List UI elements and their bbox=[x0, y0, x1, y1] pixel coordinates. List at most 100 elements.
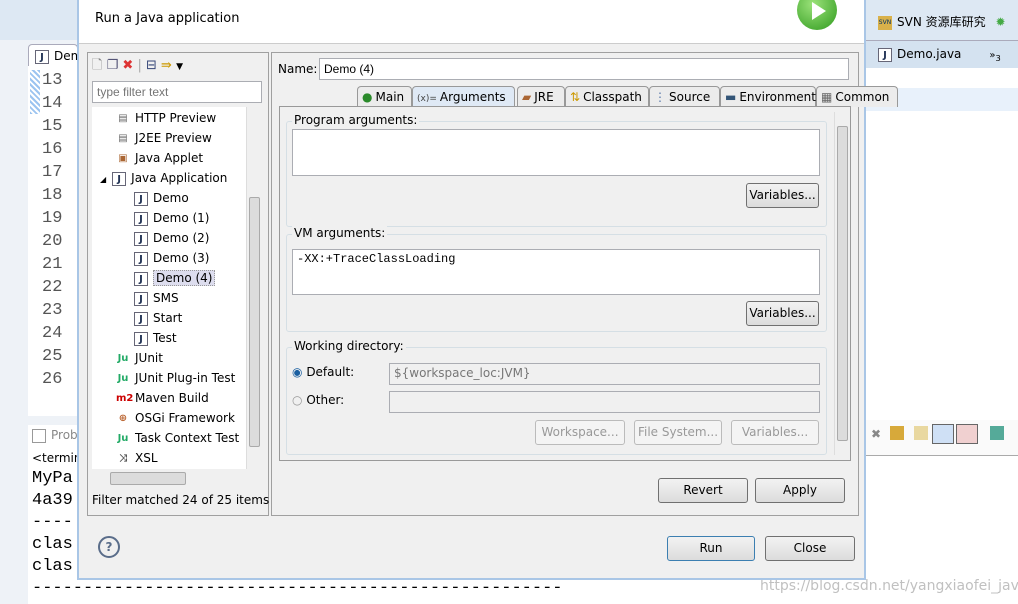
filter-icon[interactable]: ⇛ bbox=[161, 58, 172, 73]
tab-common[interactable]: ▦ Common bbox=[816, 86, 898, 107]
line-number: 24 bbox=[42, 324, 63, 343]
name-input[interactable] bbox=[319, 58, 849, 80]
close-button[interactable]: Close bbox=[765, 536, 855, 561]
watermark: https://blog.csdn.net/yangxiaofei_java bbox=[760, 578, 1018, 594]
program-args-variables-button[interactable]: Variables... bbox=[746, 183, 819, 208]
overflow-chevron-icon[interactable]: »3 bbox=[989, 50, 1000, 63]
tree-item[interactable]: ▣ Java Applet bbox=[116, 149, 203, 167]
delete-icon[interactable]: ✖ bbox=[122, 58, 133, 73]
right-editor-tab[interactable]: J Demo.java »3 bbox=[878, 47, 1001, 63]
tree-item[interactable]: ⊕ OSGi Framework bbox=[116, 409, 235, 427]
vm-args-group: VM arguments: -XX:+TraceClassLoading Var… bbox=[286, 226, 827, 332]
other-radio[interactable]: ○ Other: bbox=[292, 393, 344, 407]
jre-icon: ▰ bbox=[522, 90, 532, 104]
tree-item-label: HTTP Preview bbox=[135, 111, 217, 125]
tree-item[interactable]: J Start bbox=[134, 309, 182, 327]
tree-item[interactable]: Ju JUnit Plug-in Test bbox=[116, 369, 236, 387]
tab-arguments[interactable]: (x)= Arguments bbox=[412, 86, 515, 108]
xsl-icon: ⤨ bbox=[119, 452, 127, 464]
program-args-textarea[interactable] bbox=[292, 129, 820, 176]
tree-item[interactable]: Ju JUnit bbox=[116, 349, 163, 367]
tab-environment[interactable]: ▬ Environment bbox=[720, 86, 816, 107]
collapse-all-icon[interactable]: ⊟ bbox=[146, 58, 157, 73]
tab-source[interactable]: ⋮ Source bbox=[649, 86, 720, 107]
tree-item[interactable]: ◢ J Java Application bbox=[100, 169, 227, 187]
svn-perspective-button[interactable]: SVN SVN 资源库研究 ✹ bbox=[878, 13, 1006, 30]
revert-button[interactable]: Revert bbox=[658, 478, 748, 503]
line-number: 18 bbox=[42, 186, 63, 205]
working-dir-label: Working directory: bbox=[292, 339, 406, 353]
tree-item-label: OSGi Framework bbox=[135, 411, 235, 425]
working-dir-variables-button[interactable]: Variables... bbox=[731, 420, 819, 445]
other-dir-field bbox=[389, 391, 820, 413]
tree-horizontal-scrollbar[interactable] bbox=[92, 471, 262, 487]
server-icon: ▤ bbox=[118, 132, 128, 144]
vm-args-label: VM arguments: bbox=[292, 226, 388, 240]
tab-jre[interactable]: ▰ JRE bbox=[517, 86, 565, 107]
line-number: 14 bbox=[42, 94, 63, 113]
show-console-stderr-icon[interactable] bbox=[956, 424, 978, 444]
scroll-lock-icon[interactable] bbox=[890, 426, 904, 440]
arguments-icon: (x)= bbox=[417, 94, 437, 104]
line-number: 25 bbox=[42, 347, 63, 366]
tree-item[interactable]: ⤨ XSL bbox=[116, 449, 158, 467]
debug-perspective-icon[interactable]: ✹ bbox=[995, 15, 1005, 29]
tree-item[interactable]: J Demo (3) bbox=[134, 249, 209, 267]
tree-item[interactable]: J SMS bbox=[134, 289, 179, 307]
tree-item[interactable]: J Demo (4) bbox=[134, 269, 216, 287]
tab-content-scrollbar[interactable] bbox=[834, 112, 850, 455]
java-file-icon: J bbox=[134, 291, 148, 306]
server-icon: ▤ bbox=[118, 112, 128, 124]
maven-icon: m2 bbox=[116, 392, 134, 404]
tree-item[interactable]: Ju Task Context Test bbox=[116, 429, 240, 447]
run-button[interactable]: Run bbox=[667, 536, 755, 561]
tab-classpath[interactable]: ⇅ Classpath bbox=[565, 86, 649, 107]
console-line: ----------------------------------------… bbox=[32, 579, 563, 598]
java-app-icon: J bbox=[112, 171, 127, 186]
editor-tab[interactable]: J Demo.java bbox=[28, 44, 78, 66]
console-toolbar: ✖ bbox=[866, 420, 1018, 456]
tree-item-label: Java Application bbox=[131, 171, 228, 185]
filter-menu-chevron-icon[interactable]: ▼ bbox=[176, 62, 183, 72]
tree-vertical-scrollbar[interactable] bbox=[246, 107, 262, 469]
java-file-icon: J bbox=[134, 271, 148, 286]
workspace-button[interactable]: Workspace... bbox=[535, 420, 625, 445]
tree-item-label: Demo bbox=[153, 191, 189, 205]
program-args-group: Program arguments: Variables... bbox=[286, 113, 827, 227]
console-view-icon bbox=[32, 428, 46, 443]
line-number: 23 bbox=[42, 301, 63, 320]
tree-item[interactable]: ▤ J2EE Preview bbox=[116, 129, 212, 147]
vm-args-variables-button[interactable]: Variables... bbox=[746, 301, 819, 326]
console-line: clas bbox=[32, 557, 73, 576]
help-icon[interactable]: ? bbox=[98, 536, 120, 558]
tree-item[interactable]: J Test bbox=[134, 329, 177, 347]
tab-main[interactable]: ● Main bbox=[357, 86, 412, 107]
default-radio[interactable]: ◉ Default: bbox=[292, 365, 354, 379]
expand-arrow-icon[interactable]: ◢ bbox=[100, 175, 106, 184]
line-number: 21 bbox=[42, 255, 63, 274]
tree-item[interactable]: m2 Maven Build bbox=[116, 389, 209, 407]
pin-console-icon[interactable] bbox=[990, 426, 1004, 440]
tree-item[interactable]: J Demo (2) bbox=[134, 229, 209, 247]
tab-label: Classpath bbox=[583, 90, 642, 104]
tree-item[interactable]: J Demo (1) bbox=[134, 209, 209, 227]
filter-input[interactable] bbox=[92, 81, 262, 103]
apply-button[interactable]: Apply bbox=[755, 478, 845, 503]
default-dir-field: ${workspace_loc:JVM} bbox=[389, 363, 820, 385]
vm-args-textarea[interactable]: -XX:+TraceClassLoading bbox=[292, 249, 820, 295]
tree-item-label: Demo (1) bbox=[153, 211, 210, 225]
tab-label: Main bbox=[375, 90, 405, 104]
tree-item[interactable]: ▤ HTTP Preview bbox=[116, 109, 216, 127]
tree-item-label: XSL bbox=[135, 451, 158, 465]
tab-label: Source bbox=[669, 90, 711, 104]
line-number: 13 bbox=[42, 71, 63, 90]
junit-icon: Ju bbox=[117, 432, 129, 444]
tree-item[interactable]: J Demo bbox=[134, 189, 189, 207]
new-config-icon[interactable]: 🗋 bbox=[92, 58, 102, 73]
show-console-stdout-icon[interactable] bbox=[932, 424, 954, 444]
file-system-button[interactable]: File System... bbox=[634, 420, 722, 445]
program-args-label: Program arguments: bbox=[292, 113, 420, 127]
word-wrap-icon[interactable] bbox=[914, 426, 928, 440]
remove-launch-icon[interactable]: ✖ bbox=[871, 427, 881, 441]
duplicate-icon[interactable]: ❐ bbox=[107, 58, 119, 73]
